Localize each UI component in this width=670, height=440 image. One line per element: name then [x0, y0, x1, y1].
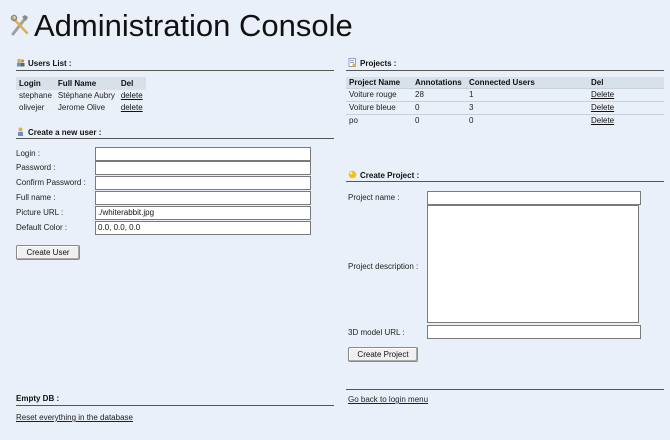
project-name: Voiture bleue: [346, 101, 412, 115]
page-title: Administration Console: [34, 8, 353, 43]
projects-divider: [346, 70, 664, 71]
column-header: Del: [588, 77, 664, 89]
create-user-heading-text: Create a new user :: [28, 128, 102, 137]
empty-db-divider: [16, 405, 334, 406]
back-to-login-link[interactable]: Go back to login menu: [348, 395, 428, 405]
delete-user-link[interactable]: delete: [121, 103, 143, 112]
users-list-divider: [16, 70, 334, 71]
user-login: olivejer: [19, 103, 45, 112]
table-row: Voiture bleue 0 3 Delete: [346, 101, 664, 115]
confirm-password-input[interactable]: [95, 176, 311, 190]
create-project-button[interactable]: Create Project: [348, 347, 418, 362]
reset-database-link[interactable]: Reset everything in the database: [16, 413, 133, 423]
project-connected-users: 1: [466, 88, 588, 102]
new-user-icon: [16, 127, 25, 136]
projects-table: Project Name Annotations Connected Users…: [346, 77, 664, 127]
delete-project-link[interactable]: Delete: [591, 90, 614, 99]
column-header: Project Name: [346, 77, 412, 89]
full-name-input[interactable]: [95, 191, 311, 205]
login-label: Login :: [16, 149, 41, 158]
confirm-password-label: Confirm Password :: [16, 178, 86, 187]
table-row: Voiture rouge 28 1 Delete: [346, 88, 664, 102]
password-label: Password :: [16, 163, 56, 172]
user-full-name: Jerome Olive: [57, 103, 106, 112]
table-row: olivejer Jerome Olive delete: [16, 102, 146, 114]
create-project-icon: [348, 170, 357, 179]
empty-db-heading: Empty DB :: [16, 394, 60, 403]
create-project-heading: Create Project :: [348, 170, 419, 181]
projects-table-header: Project Name Annotations Connected Users…: [346, 77, 664, 89]
password-input[interactable]: [95, 161, 311, 175]
table-row: po 0 0 Delete: [346, 114, 664, 127]
project-description-label: Project description :: [348, 262, 419, 271]
projects-icon: [348, 58, 357, 67]
project-connected-users: 3: [466, 101, 588, 115]
default-color-label: Default Color :: [16, 223, 68, 232]
table-row: stephane Stéphane Aubry delete: [16, 90, 146, 102]
users-icon: [16, 58, 25, 67]
project-name: Voiture rouge: [346, 88, 412, 102]
model-url-label: 3D model URL :: [348, 328, 405, 337]
delete-project-link[interactable]: Delete: [591, 103, 614, 112]
project-annotations: 0: [412, 114, 466, 127]
users-list-heading-text: Users List :: [28, 59, 72, 68]
picture-url-label: Picture URL :: [16, 208, 64, 217]
project-name-label: Project name :: [348, 193, 400, 202]
full-name-label: Full name :: [16, 193, 56, 202]
project-name-input[interactable]: [427, 191, 641, 205]
model-url-input[interactable]: [427, 325, 641, 339]
project-description-textarea[interactable]: [427, 205, 639, 323]
projects-heading: Projects :: [348, 58, 396, 69]
create-user-button[interactable]: Create User: [16, 245, 80, 260]
create-user-divider: [16, 138, 334, 139]
default-color-input[interactable]: [95, 221, 311, 235]
project-connected-users: 0: [466, 114, 588, 127]
tools-icon: [10, 14, 30, 36]
back-link-divider: [346, 389, 664, 390]
users-table-header: Login Full Name Del: [16, 77, 146, 90]
column-header: Del: [117, 77, 146, 90]
user-full-name: Stéphane Aubry: [57, 91, 115, 100]
create-project-divider: [346, 181, 664, 182]
column-header: Connected Users: [466, 77, 588, 89]
users-table: Login Full Name Del stephane Stéphane Au…: [16, 77, 146, 114]
project-name: po: [346, 114, 412, 127]
projects-heading-text: Projects :: [360, 59, 397, 68]
user-login: stephane: [19, 91, 52, 100]
column-header: Full Name: [54, 77, 118, 90]
column-header: Login: [16, 77, 55, 90]
users-list-heading: Users List :: [16, 58, 72, 69]
login-input[interactable]: [95, 147, 311, 161]
create-user-heading: Create a new user :: [16, 127, 101, 138]
picture-url-input[interactable]: [95, 206, 311, 220]
create-project-heading-text: Create Project :: [360, 171, 420, 180]
column-header: Annotations: [412, 77, 466, 89]
project-annotations: 28: [412, 88, 466, 102]
delete-project-link[interactable]: Delete: [591, 116, 614, 125]
delete-user-link[interactable]: delete: [121, 91, 143, 100]
project-annotations: 0: [412, 101, 466, 115]
